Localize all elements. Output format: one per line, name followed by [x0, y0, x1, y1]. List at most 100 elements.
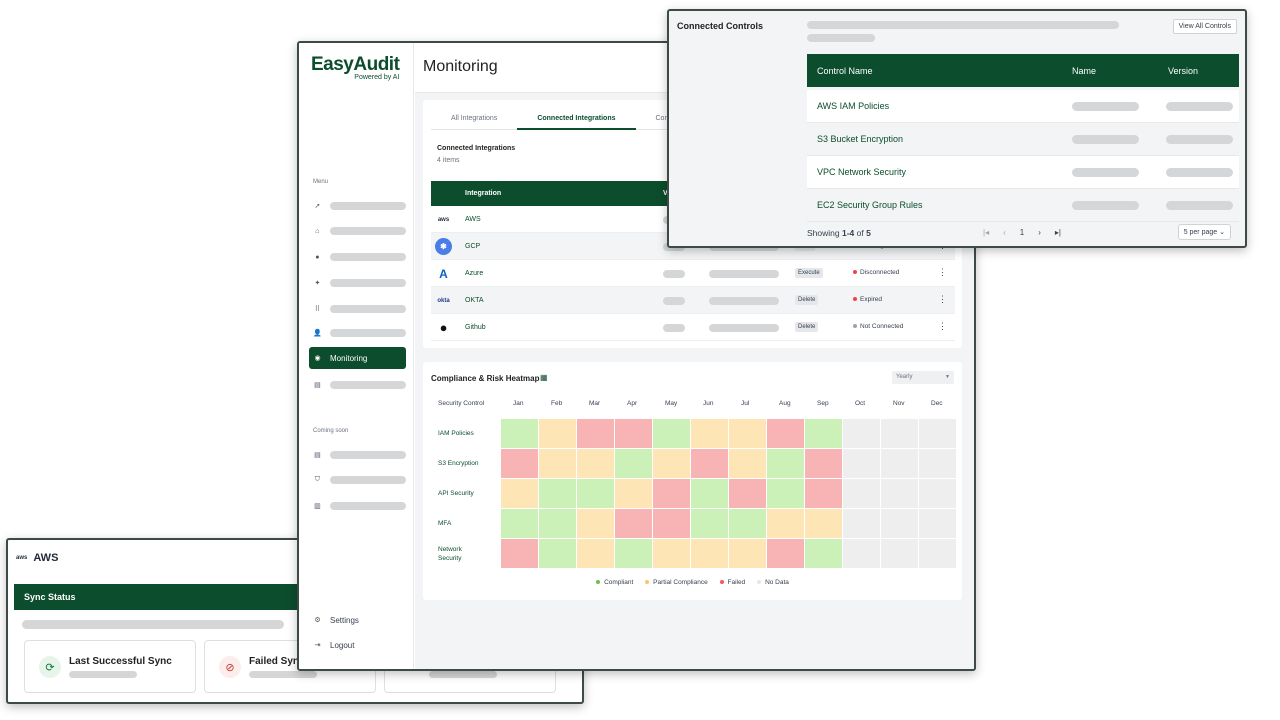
integration-name[interactable]: Azure	[465, 270, 483, 277]
period-select[interactable]: Yearly ▼	[892, 371, 954, 384]
heatmap-cell[interactable]	[805, 419, 842, 448]
table-row[interactable]: EC2 Security Group Rules	[807, 189, 1239, 222]
sidebar-settings[interactable]: ⚙ Settings	[309, 609, 406, 631]
heatmap-cell[interactable]	[881, 509, 918, 538]
heatmap-cell[interactable]	[919, 479, 956, 508]
integration-name[interactable]: GCP	[465, 243, 480, 250]
sidebar-soon-item-2[interactable]: ⛉	[309, 469, 406, 491]
heatmap-cell[interactable]	[919, 509, 956, 538]
control-name[interactable]: S3 Bucket Encryption	[817, 134, 903, 144]
heatmap-cell[interactable]	[615, 419, 652, 448]
heatmap-cell[interactable]	[767, 539, 804, 568]
heatmap-cell[interactable]	[539, 509, 576, 538]
first-page-icon[interactable]: |◂	[983, 228, 989, 237]
heatmap-cell[interactable]	[805, 509, 842, 538]
sidebar-soon-item-1[interactable]: ▤	[309, 444, 406, 466]
integration-name[interactable]: Github	[465, 324, 486, 331]
sidebar-item-2[interactable]: ⌂	[309, 220, 406, 242]
heatmap-cell[interactable]	[843, 509, 880, 538]
heatmap-cell[interactable]	[501, 419, 538, 448]
sidebar-item-8[interactable]: ▤	[309, 374, 406, 396]
sidebar-soon-item-3[interactable]: ▥	[309, 495, 406, 517]
heatmap-cell[interactable]	[691, 509, 728, 538]
heatmap-cell[interactable]	[881, 449, 918, 478]
sidebar-item-3[interactable]: ●	[309, 246, 406, 268]
tab-all-integrations[interactable]: All Integrations	[431, 108, 517, 130]
brand-logo[interactable]: EasyAudit Powered by AI	[311, 55, 400, 82]
heatmap-cell[interactable]	[843, 419, 880, 448]
last-page-icon[interactable]: ▸|	[1055, 228, 1061, 237]
heatmap-cell[interactable]	[501, 539, 538, 568]
heatmap-cell[interactable]	[843, 449, 880, 478]
heatmap-cell[interactable]	[577, 419, 614, 448]
heatmap-cell[interactable]	[539, 539, 576, 568]
heatmap-cell[interactable]	[805, 539, 842, 568]
heatmap-cell[interactable]	[729, 509, 766, 538]
heatmap-cell[interactable]	[767, 509, 804, 538]
current-page[interactable]: 1	[1020, 228, 1024, 237]
next-page-icon[interactable]: ›	[1038, 228, 1041, 237]
more-options-icon[interactable]: ⋮	[938, 267, 947, 278]
last-sync-card[interactable]: ⟳ Last Successful Sync	[24, 640, 196, 693]
control-name[interactable]: EC2 Security Group Rules	[817, 200, 923, 210]
heatmap-cell[interactable]	[767, 479, 804, 508]
tab-connected-integrations[interactable]: Connected Integrations	[517, 108, 636, 130]
heatmap-cell[interactable]	[767, 449, 804, 478]
per-page-select[interactable]: 5 per page ⌄	[1177, 224, 1231, 240]
heatmap-cell[interactable]	[539, 419, 576, 448]
heatmap-cell[interactable]	[919, 449, 956, 478]
heatmap-cell[interactable]	[653, 419, 690, 448]
heatmap-cell[interactable]	[919, 419, 956, 448]
heatmap-cell[interactable]	[539, 479, 576, 508]
heatmap-cell[interactable]	[501, 509, 538, 538]
heatmap-cell[interactable]	[615, 479, 652, 508]
heatmap-cell[interactable]	[691, 449, 728, 478]
view-all-controls-button[interactable]: View All Controls	[1172, 19, 1237, 34]
heatmap-cell[interactable]	[615, 509, 652, 538]
integration-name[interactable]: AWS	[465, 216, 481, 223]
more-options-icon[interactable]: ⋮	[938, 294, 947, 305]
heatmap-cell[interactable]	[501, 479, 538, 508]
heatmap-cell[interactable]	[577, 509, 614, 538]
heatmap-cell[interactable]	[691, 419, 728, 448]
heatmap-cell[interactable]	[729, 419, 766, 448]
sidebar-item-monitoring[interactable]: ◉ Monitoring	[309, 347, 406, 369]
heatmap-cell[interactable]	[843, 479, 880, 508]
heatmap-cell[interactable]	[615, 539, 652, 568]
prev-page-icon[interactable]: ‹	[1003, 228, 1006, 237]
table-row[interactable]: VPC Network Security	[807, 156, 1239, 189]
heatmap-cell[interactable]	[653, 509, 690, 538]
heatmap-cell[interactable]	[881, 419, 918, 448]
heatmap-cell[interactable]	[653, 449, 690, 478]
integration-name[interactable]: OKTA	[465, 297, 484, 304]
heatmap-cell[interactable]	[653, 479, 690, 508]
column-integration[interactable]: Integration	[465, 190, 501, 197]
table-row[interactable]: okta OKTA Delete Expired ⋮	[431, 287, 955, 314]
table-row[interactable]: ● Github Delete Not Connected ⋮	[431, 314, 955, 341]
heatmap-cell[interactable]	[577, 479, 614, 508]
heatmap-cell[interactable]	[767, 419, 804, 448]
table-row[interactable]: A Azure Execute Disconnected ⋮	[431, 260, 955, 287]
control-name[interactable]: AWS IAM Policies	[817, 101, 889, 111]
heatmap-cell[interactable]	[729, 539, 766, 568]
sidebar-logout[interactable]: ⇥ Logout	[309, 634, 406, 656]
table-row[interactable]: S3 Bucket Encryption	[807, 123, 1239, 156]
sidebar-item-6[interactable]: 👤	[309, 322, 406, 344]
heatmap-cell[interactable]	[881, 479, 918, 508]
heatmap-cell[interactable]	[691, 479, 728, 508]
table-row[interactable]: AWS IAM Policies	[807, 90, 1239, 123]
more-options-icon[interactable]: ⋮	[938, 321, 947, 332]
sidebar-item-1[interactable]: ➚	[309, 195, 406, 217]
heatmap-cell[interactable]	[919, 539, 956, 568]
control-name[interactable]: VPC Network Security	[817, 167, 906, 177]
heatmap-cell[interactable]	[501, 449, 538, 478]
heatmap-cell[interactable]	[577, 449, 614, 478]
column-name[interactable]: Name	[1072, 66, 1096, 76]
sidebar-item-4[interactable]: ✦	[309, 272, 406, 294]
heatmap-cell[interactable]	[539, 449, 576, 478]
heatmap-cell[interactable]	[729, 479, 766, 508]
heatmap-cell[interactable]	[615, 449, 652, 478]
heatmap-cell[interactable]	[653, 539, 690, 568]
sidebar-item-5[interactable]: ⠿	[309, 298, 406, 320]
column-control-name[interactable]: Control Name	[817, 66, 873, 76]
